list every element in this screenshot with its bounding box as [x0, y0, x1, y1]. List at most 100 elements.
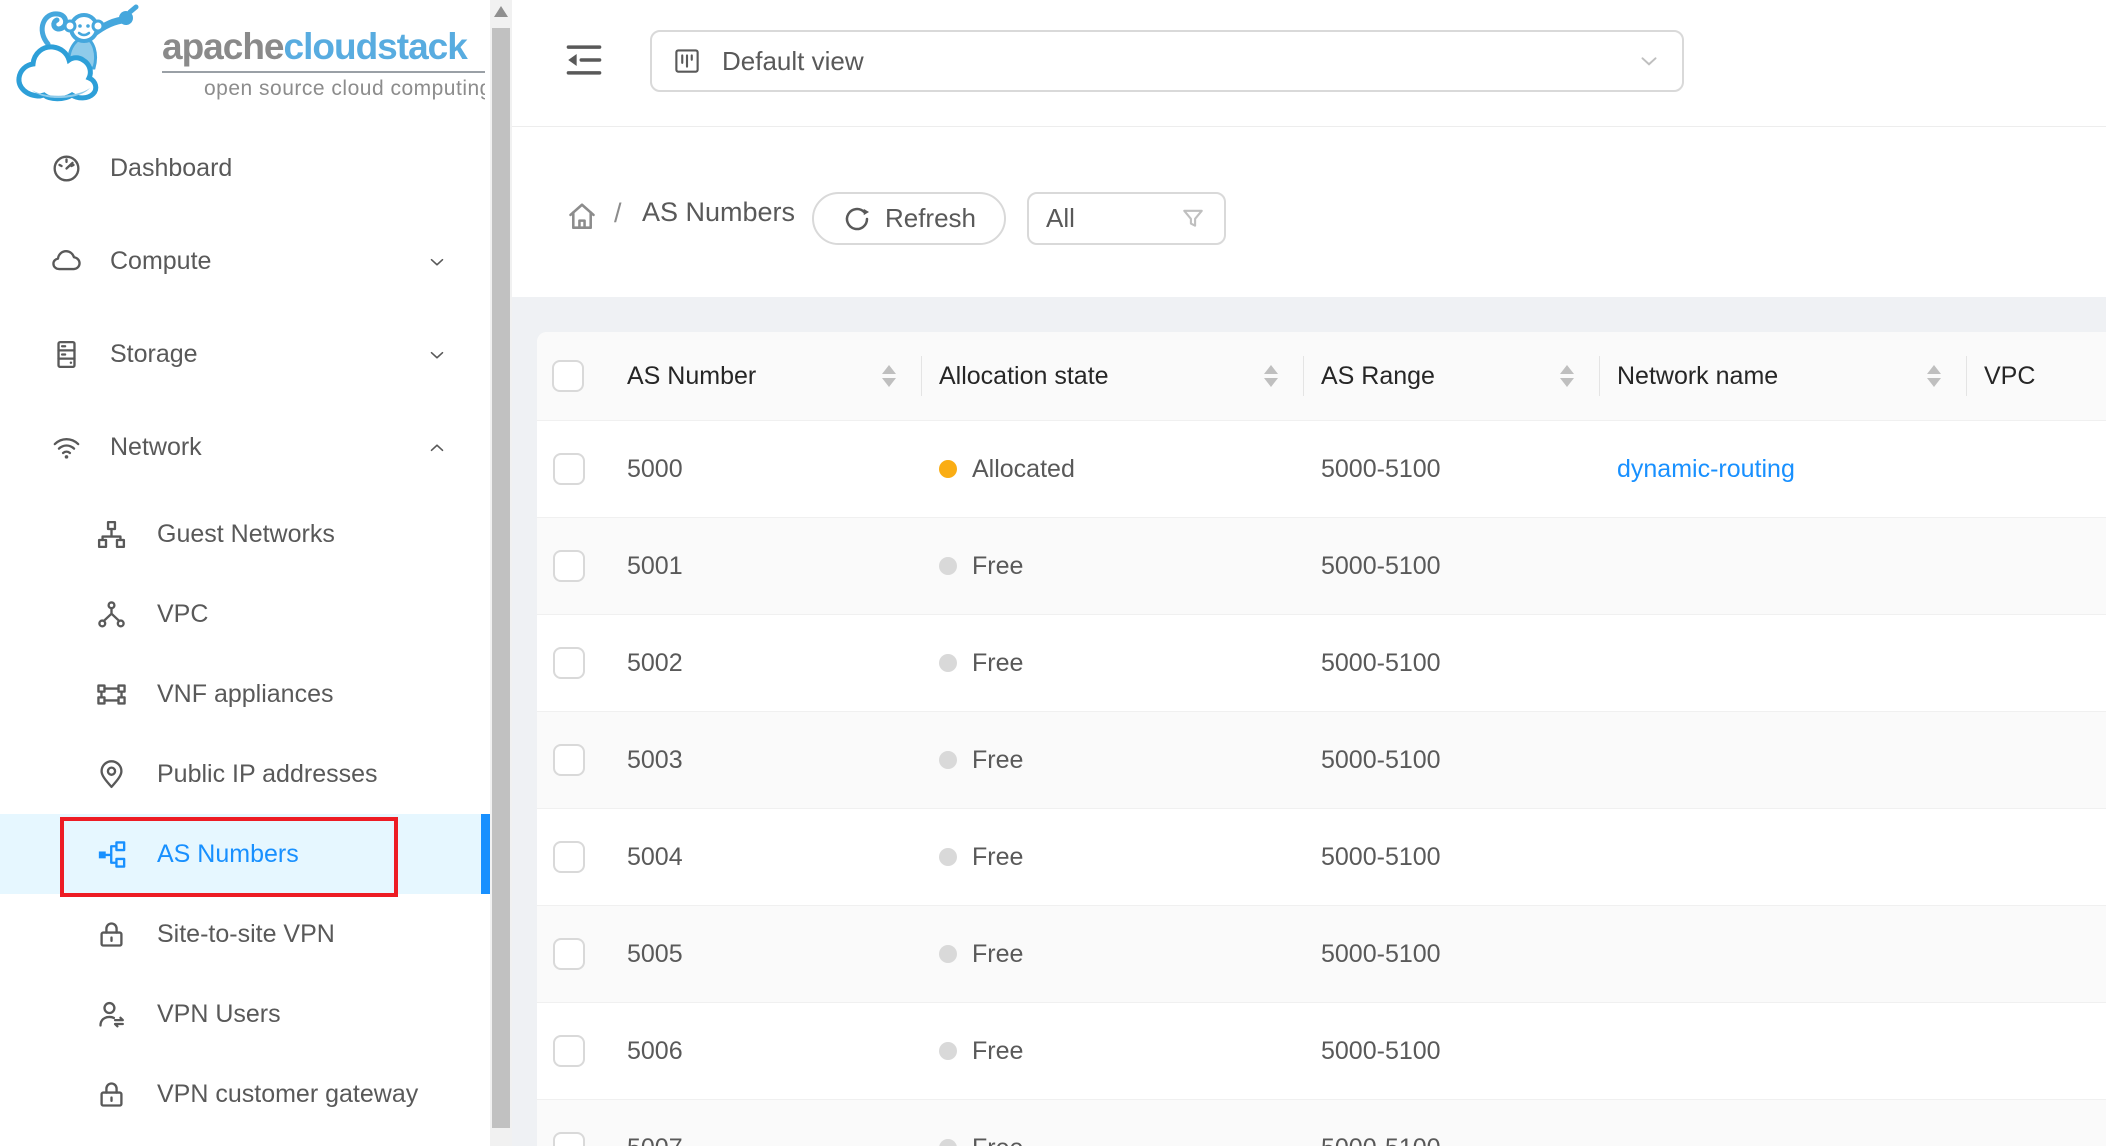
- status-label: Free: [972, 1134, 1023, 1146]
- as-range-cell: 5000-5100: [1304, 746, 1600, 775]
- sidebar-item-storage[interactable]: Storage: [0, 308, 490, 401]
- sidebar: apachecloudstack open source cloud compu…: [0, 0, 490, 1146]
- sidebar-item-vpn-customer-gateway[interactable]: VPN customer gateway: [0, 1054, 490, 1134]
- brand-apache: apache: [162, 26, 284, 67]
- row-checkbox[interactable]: [553, 550, 585, 582]
- as-range-cell: 5000-5100: [1304, 552, 1600, 581]
- sort-icon: [1560, 365, 1574, 387]
- side-menu: Dashboard Compute: [0, 122, 490, 1134]
- allocation-state-cell: Free: [922, 649, 1304, 678]
- logo-text: apachecloudstack open source cloud compu…: [162, 26, 485, 101]
- column-label: Allocation state: [939, 362, 1109, 391]
- filter-select[interactable]: All: [1027, 192, 1226, 245]
- status-dot: [939, 1139, 957, 1146]
- row-select-cell: [537, 841, 610, 873]
- row-checkbox[interactable]: [553, 744, 585, 776]
- sidebar-item-label: Guest Networks: [157, 520, 335, 549]
- sidebar-item-guest-networks[interactable]: Guest Networks: [0, 494, 490, 574]
- sort-icon: [1927, 365, 1941, 387]
- reload-icon: [842, 204, 872, 234]
- sidebar-item-vnf-appliances[interactable]: VNF appliances: [0, 654, 490, 734]
- row-select-cell: [537, 453, 610, 485]
- as-range-cell: 5000-5100: [1304, 843, 1600, 872]
- as-range-cell: 5000-5100: [1304, 1134, 1600, 1146]
- network-link[interactable]: dynamic-routing: [1617, 455, 1795, 484]
- sidebar-item-site-to-site-vpn[interactable]: Site-to-site VPN: [0, 894, 490, 974]
- sidebar-item-network[interactable]: Network: [0, 401, 490, 494]
- menu-fold-icon[interactable]: [562, 38, 606, 82]
- select-all-checkbox[interactable]: [552, 360, 584, 392]
- sidebar-item-vpc[interactable]: VPC: [0, 574, 490, 654]
- breadcrumb-current: AS Numbers: [642, 197, 795, 228]
- column-header-as-range[interactable]: AS Range: [1304, 332, 1600, 420]
- status-label: Free: [972, 940, 1023, 969]
- as-number-cell: 5001: [610, 552, 922, 581]
- status-dot: [939, 654, 957, 672]
- brand-underline: [162, 71, 485, 73]
- table-row: 5003Free5000-5100: [537, 712, 2106, 809]
- row-checkbox[interactable]: [553, 647, 585, 679]
- page: apachecloudstack open source cloud compu…: [0, 0, 2106, 1146]
- allocation-state-cell: Free: [922, 552, 1304, 581]
- status-label: Allocated: [972, 455, 1075, 484]
- column-header-vpc[interactable]: VPC: [1967, 332, 2106, 420]
- sidebar-item-label: Dashboard: [110, 154, 232, 183]
- sidebar-item-label: Site-to-site VPN: [157, 920, 335, 949]
- status-label: Free: [972, 746, 1023, 775]
- chevron-up-icon: [426, 437, 448, 459]
- sidebar-scrollbar[interactable]: [490, 0, 512, 1146]
- status-label: Free: [972, 552, 1023, 581]
- scrollbar-thumb[interactable]: [492, 28, 510, 1128]
- sidebar-item-dashboard[interactable]: Dashboard: [0, 122, 490, 215]
- sidebar-item-label: AS Numbers: [157, 840, 299, 869]
- allocation-state-cell: Free: [922, 1134, 1304, 1146]
- cluster-icon: [95, 838, 128, 871]
- brand-cloudstack: cloudstack: [284, 26, 467, 67]
- content-area: Default view / AS Numbers: [512, 0, 2106, 1146]
- sidebar-item-vpn-users[interactable]: VPN Users: [0, 974, 490, 1054]
- as-range-cell: 5000-5100: [1304, 940, 1600, 969]
- refresh-button[interactable]: Refresh: [812, 192, 1006, 245]
- sitemap-icon: [95, 518, 128, 551]
- row-checkbox[interactable]: [553, 453, 585, 485]
- column-label: VPC: [1984, 362, 2035, 391]
- as-numbers-table: AS Number Allocation state AS Range: [537, 332, 2106, 1146]
- status-label: Free: [972, 1037, 1023, 1066]
- sidebar-item-public-ip-addresses[interactable]: Public IP addresses: [0, 734, 490, 814]
- topbar: Default view: [512, 0, 2106, 127]
- column-header-network-name[interactable]: Network name: [1600, 332, 1967, 420]
- sidebar-item-label: Storage: [110, 340, 198, 369]
- row-select-cell: [537, 550, 610, 582]
- column-header-allocation-state[interactable]: Allocation state: [922, 332, 1304, 420]
- as-number-cell: 5002: [610, 649, 922, 678]
- as-number-cell: 5000: [610, 455, 922, 484]
- allocation-state-cell: Free: [922, 940, 1304, 969]
- row-checkbox[interactable]: [553, 841, 585, 873]
- toolbar: / AS Numbers Refresh All: [512, 128, 2106, 297]
- sidebar-item-label: VPC: [157, 600, 208, 629]
- main-panel: AS Number Allocation state AS Range: [512, 297, 2106, 1146]
- as-number-cell: 5004: [610, 843, 922, 872]
- sort-icon: [882, 365, 896, 387]
- status-dot: [939, 1042, 957, 1060]
- table-row: 5005 Free 5000-5100: [537, 906, 2106, 1003]
- monkey-cloud-logo-icon: [10, 4, 160, 104]
- view-selector[interactable]: Default view: [650, 30, 1684, 92]
- as-range-cell: 5000-5100: [1304, 1037, 1600, 1066]
- status-dot: [939, 557, 957, 575]
- row-checkbox[interactable]: [553, 1132, 585, 1146]
- column-header-as-number[interactable]: AS Number: [610, 332, 922, 420]
- network-name-cell: dynamic-routing: [1600, 455, 1967, 484]
- home-icon[interactable]: [564, 198, 600, 234]
- row-select-cell: [537, 647, 610, 679]
- status-dot: [939, 460, 957, 478]
- row-checkbox[interactable]: [553, 1035, 585, 1067]
- sidebar-item-as-numbers[interactable]: AS Numbers: [0, 814, 490, 894]
- as-number-cell: 5005: [610, 940, 922, 969]
- sidebar-item-label: VPN customer gateway: [157, 1080, 418, 1109]
- scrollbar-up-arrow[interactable]: [494, 6, 508, 17]
- user-swap-icon: [95, 998, 128, 1031]
- sidebar-item-compute[interactable]: Compute: [0, 215, 490, 308]
- chevron-down-icon: [426, 344, 448, 366]
- row-checkbox[interactable]: [553, 938, 585, 970]
